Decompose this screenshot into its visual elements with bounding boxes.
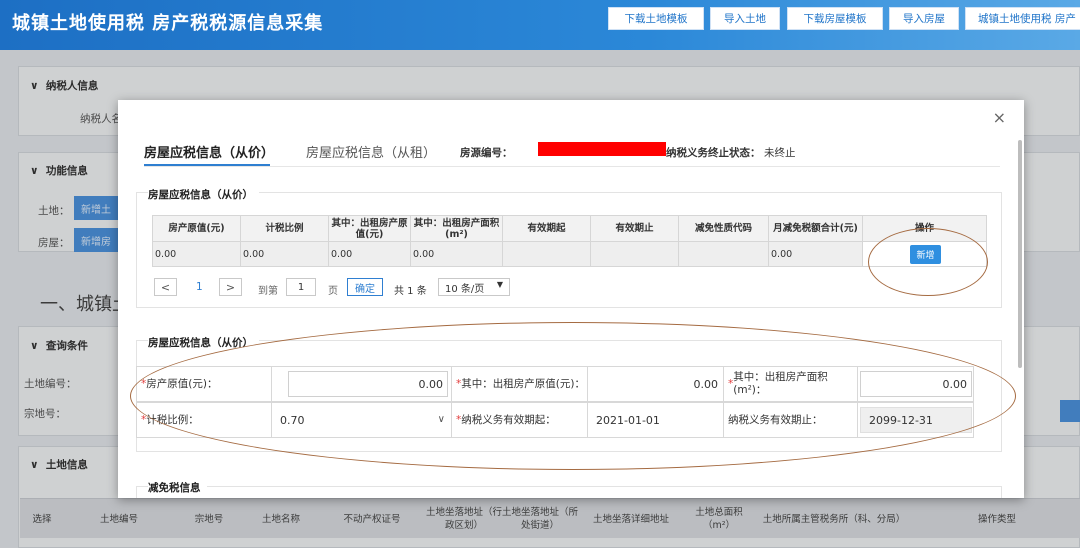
status-value: 未终止 — [764, 147, 796, 159]
goto-confirm-button[interactable]: 确定 — [347, 278, 383, 296]
cell-monthly-relief: 0.00 — [768, 241, 863, 267]
current-page[interactable]: 1 — [196, 281, 203, 293]
download-house-template-button[interactable]: 下载房屋模板 — [787, 7, 883, 30]
list-panel-title: 房屋应税信息（从价） — [148, 187, 259, 202]
th-original-value: 房产原值(元) — [152, 215, 241, 242]
relief-panel-title: 减免税信息 — [148, 480, 207, 495]
cell-relief-code — [678, 241, 769, 267]
page-unit: 页 — [328, 286, 338, 297]
th-relief-code: 减免性质代码 — [678, 215, 769, 242]
cell-tax-ratio: 0.00 — [240, 241, 329, 267]
table-header-row: 房产原值(元) 计税比例 其中：出租房产原值(元) 其中：出租房产面积(m²) … — [152, 215, 987, 242]
goto-label: 到第 — [258, 286, 278, 297]
relief-panel — [136, 486, 1002, 498]
import-house-button[interactable]: 导入房屋 — [889, 7, 959, 30]
app-header: 城镇土地使用税 房产税税源信息采集 下载土地模板 导入土地 下载房屋模板 导入房… — [0, 0, 1080, 50]
prev-page-button[interactable]: < — [154, 278, 177, 296]
table-row[interactable]: 0.00 0.00 0.00 0.00 0.00 新增 — [152, 241, 987, 267]
th-valid-to: 有效期止 — [590, 215, 679, 242]
redacted-source-no — [538, 142, 666, 156]
next-page-button[interactable]: > — [219, 278, 242, 296]
close-icon[interactable]: × — [993, 108, 1006, 127]
land-tax-tab-button[interactable]: 城镇土地使用税 房产 — [965, 7, 1080, 30]
cell-valid-to — [590, 241, 679, 267]
annotation-ellipse-add — [868, 228, 988, 296]
modal-tabs: 房屋应税信息（从价） 房屋应税信息（从租） 房源编号： 纳税义务终止状态： 未终… — [144, 140, 1004, 170]
total-count: 共 1 条 — [394, 286, 427, 297]
page-size-select[interactable]: 10 条/页 ▼ — [438, 278, 510, 296]
download-land-template-button[interactable]: 下载土地模板 — [608, 7, 704, 30]
th-monthly-relief: 月减免税额合计(元) — [768, 215, 863, 242]
th-tax-ratio: 计税比例 — [240, 215, 329, 242]
import-land-button[interactable]: 导入土地 — [710, 7, 780, 30]
dropdown-arrow-icon: ▼ — [496, 280, 503, 289]
cell-rent-value: 0.00 — [328, 241, 411, 267]
th-rent-value: 其中：出租房产原值(元) — [328, 215, 411, 242]
th-rent-area: 其中：出租房产面积(m²) — [410, 215, 503, 242]
page-size-value: 10 条/页 — [445, 283, 485, 295]
tab-ad-valorem[interactable]: 房屋应税信息（从价） — [144, 142, 274, 161]
tab-rental[interactable]: 房屋应税信息（从租） — [306, 142, 436, 161]
status-label: 纳税义务终止状态： — [666, 147, 761, 159]
house-tax-table: 房产原值(元) 计税比例 其中：出租房产原值(元) 其中：出租房产面积(m²) … — [152, 215, 987, 267]
th-valid-from: 有效期起 — [502, 215, 591, 242]
cell-rent-area: 0.00 — [410, 241, 503, 267]
goto-page-input[interactable]: 1 — [286, 278, 316, 296]
tab-divider — [144, 166, 1000, 167]
page-title: 城镇土地使用税 房产税税源信息采集 — [12, 13, 324, 34]
modal-scrollbar[interactable] — [1018, 140, 1022, 368]
annotation-ellipse-form — [130, 322, 1016, 470]
source-no-label: 房源编号： — [460, 147, 513, 159]
cell-valid-from — [502, 241, 591, 267]
cell-original-value: 0.00 — [152, 241, 241, 267]
